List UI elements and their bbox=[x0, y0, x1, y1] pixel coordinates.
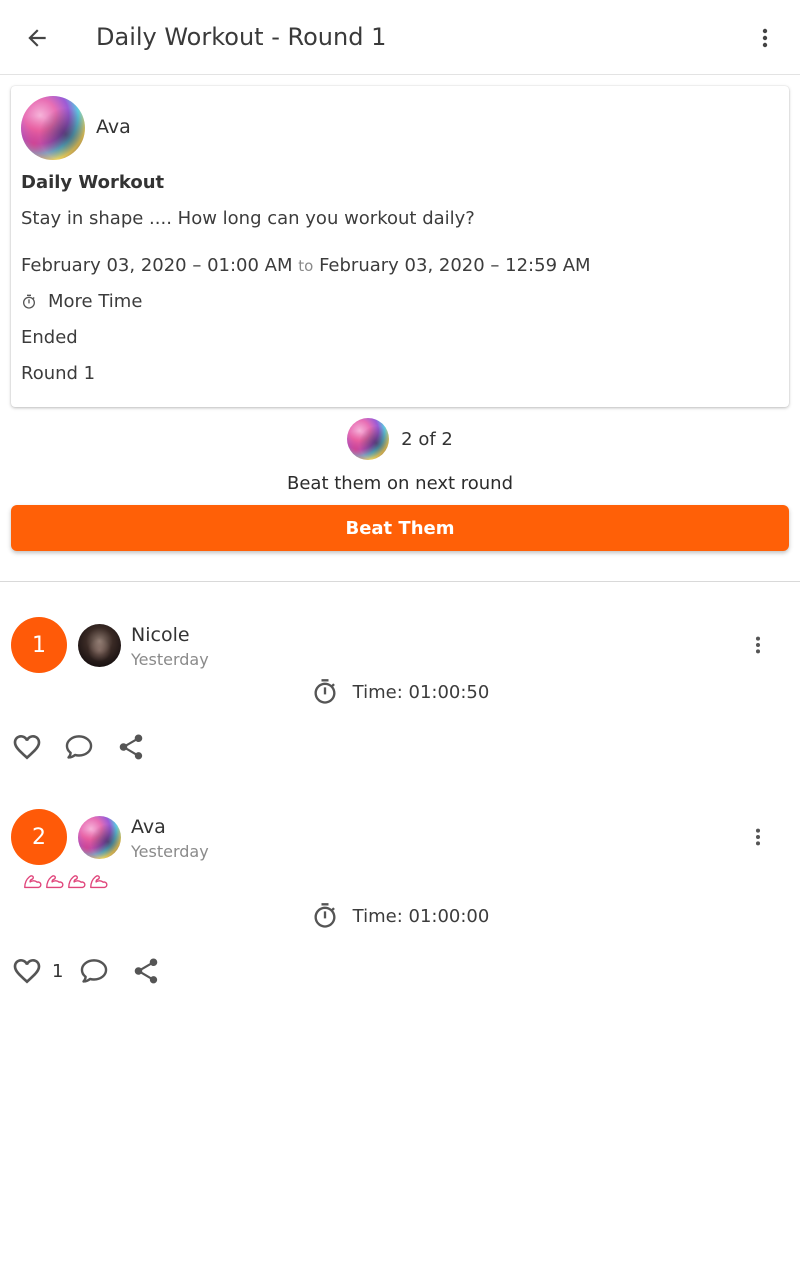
user-avatar[interactable] bbox=[78, 624, 121, 667]
entry-time: Time: 01:00:00 bbox=[0, 902, 800, 930]
user-avatar bbox=[347, 418, 390, 460]
challenge-status: Ended bbox=[21, 327, 78, 348]
user-name[interactable]: Nicole bbox=[131, 624, 190, 646]
entry-time-value: Time: 01:00:50 bbox=[352, 681, 490, 703]
badge-row bbox=[22, 870, 110, 892]
stopwatch-icon bbox=[311, 902, 339, 930]
start-date: February 03, 2020 – 01:00 AM bbox=[21, 255, 293, 276]
entry-more-icon[interactable] bbox=[746, 820, 770, 854]
share-icon[interactable] bbox=[129, 954, 163, 988]
stopwatch-icon bbox=[21, 294, 37, 310]
entry-actions: 1 bbox=[10, 954, 163, 988]
to-label: to bbox=[298, 257, 314, 275]
page-title: Daily Workout - Round 1 bbox=[96, 23, 387, 51]
comment-icon[interactable] bbox=[77, 954, 111, 988]
flexed-arm-icon bbox=[88, 870, 110, 892]
heart-icon[interactable] bbox=[10, 954, 44, 988]
entry-timestamp: Yesterday bbox=[131, 842, 209, 861]
rank-badge: 1 bbox=[11, 617, 67, 673]
leaderboard-entry: 1 Nicole Yesterday Time: 01:00:50 bbox=[0, 616, 800, 776]
beat-caption: Beat them on next round bbox=[286, 473, 514, 494]
challenge-description: Stay in shape .... How long can you work… bbox=[21, 208, 475, 229]
stopwatch-icon bbox=[311, 678, 339, 706]
entry-time: Time: 01:00:50 bbox=[0, 678, 800, 706]
more-vert-icon[interactable] bbox=[746, 19, 784, 57]
challenge-round: Round 1 bbox=[21, 363, 96, 384]
flexed-arm-icon bbox=[66, 870, 88, 892]
end-date: February 03, 2020 – 12:59 AM bbox=[319, 255, 591, 276]
rank-summary-text: 2 of 2 bbox=[401, 428, 453, 450]
challenge-type: More Time bbox=[21, 291, 142, 312]
owner-avatar[interactable] bbox=[21, 96, 85, 160]
divider bbox=[0, 581, 800, 582]
leaderboard-entry: 2 Ava Yesterday Time: 01:00:00 1 bbox=[0, 808, 800, 998]
entry-time-value: Time: 01:00:00 bbox=[352, 905, 490, 927]
like-count: 1 bbox=[52, 960, 64, 982]
heart-icon[interactable] bbox=[10, 730, 44, 764]
flexed-arm-icon bbox=[22, 870, 44, 892]
entry-more-icon[interactable] bbox=[746, 628, 770, 662]
comment-icon[interactable] bbox=[62, 730, 96, 764]
rank-summary: 2 of 2 bbox=[0, 418, 800, 460]
entry-timestamp: Yesterday bbox=[131, 650, 209, 669]
user-avatar[interactable] bbox=[78, 816, 121, 859]
beat-them-button[interactable]: Beat Them bbox=[11, 505, 789, 551]
share-icon[interactable] bbox=[114, 730, 148, 764]
user-name[interactable]: Ava bbox=[131, 816, 166, 838]
challenge-type-label: More Time bbox=[48, 291, 143, 312]
challenge-dates: February 03, 2020 – 01:00 AM to February… bbox=[21, 255, 591, 276]
app-bar: Daily Workout - Round 1 bbox=[0, 0, 800, 75]
challenge-card: Ava Daily Workout Stay in shape .... How… bbox=[11, 86, 789, 407]
flexed-arm-icon bbox=[44, 870, 66, 892]
rank-badge: 2 bbox=[11, 809, 67, 865]
challenge-title: Daily Workout bbox=[21, 172, 165, 193]
owner-name[interactable]: Ava bbox=[96, 116, 131, 138]
back-arrow-icon[interactable] bbox=[18, 19, 56, 57]
entry-actions bbox=[10, 730, 148, 764]
